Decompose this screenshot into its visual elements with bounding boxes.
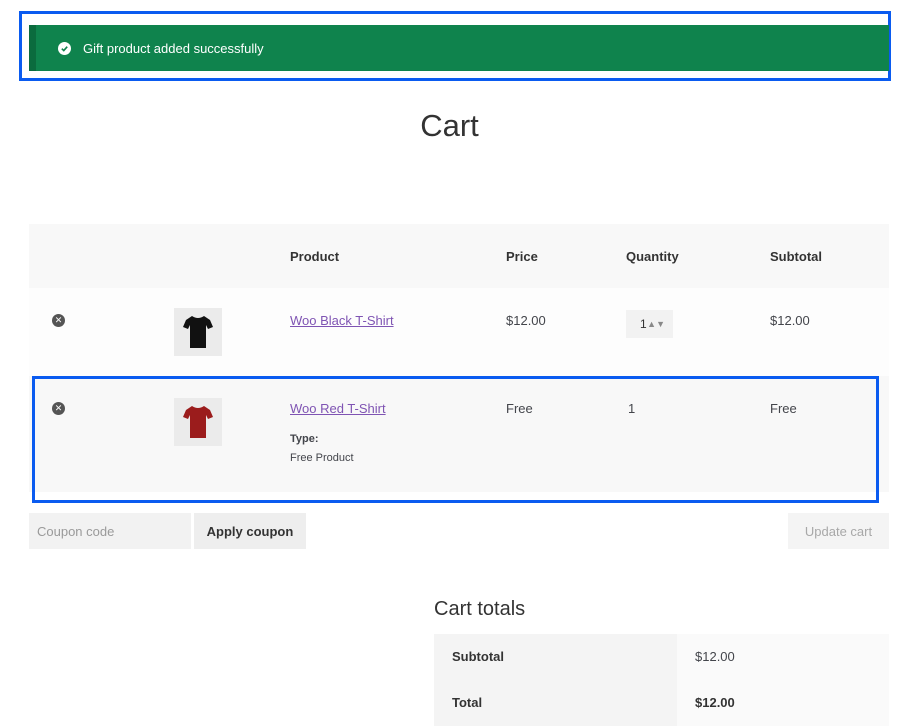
total-label: Total	[434, 680, 677, 726]
remove-item-icon[interactable]: ✕	[52, 314, 65, 327]
apply-coupon-button[interactable]: Apply coupon	[194, 513, 306, 549]
header-product: Product	[290, 249, 340, 264]
header-quantity: Quantity	[626, 249, 679, 264]
total-value: $12.00	[677, 680, 889, 726]
header-subtotal: Subtotal	[770, 249, 822, 264]
totals-subtotal-row: Subtotal $12.00	[434, 634, 889, 680]
page-title: Cart	[420, 108, 479, 143]
totals-total-row: Total $12.00	[434, 680, 889, 726]
header-price: Price	[506, 249, 538, 264]
row-highlight-frame	[32, 376, 879, 503]
stepper-arrows-icon[interactable]: ▲▼	[647, 310, 665, 338]
quantity-value[interactable]: 1	[640, 317, 647, 331]
subtotal-label: Subtotal	[434, 634, 677, 680]
table-header: Product Price Quantity Subtotal	[29, 224, 889, 288]
product-thumbnail[interactable]	[174, 308, 222, 356]
coupon-code-input[interactable]	[29, 513, 191, 549]
cart-totals-title: Cart totals	[434, 598, 526, 620]
notice-text: Gift product added successfully	[83, 40, 264, 56]
product-subtotal: $12.00	[770, 313, 810, 328]
product-price: $12.00	[506, 313, 546, 328]
success-notice: Gift product added successfully	[29, 25, 889, 71]
quantity-stepper[interactable]: 1 ▲▼	[626, 310, 673, 338]
subtotal-value: $12.00	[677, 634, 889, 680]
table-row: ✕ Woo Black T-Shirt $12.00 1 ▲▼ $12.00	[29, 288, 889, 376]
tshirt-black-icon	[183, 316, 213, 348]
update-cart-button[interactable]: Update cart	[788, 513, 889, 549]
product-link[interactable]: Woo Black T-Shirt	[290, 313, 394, 328]
check-circle-icon	[58, 41, 71, 55]
